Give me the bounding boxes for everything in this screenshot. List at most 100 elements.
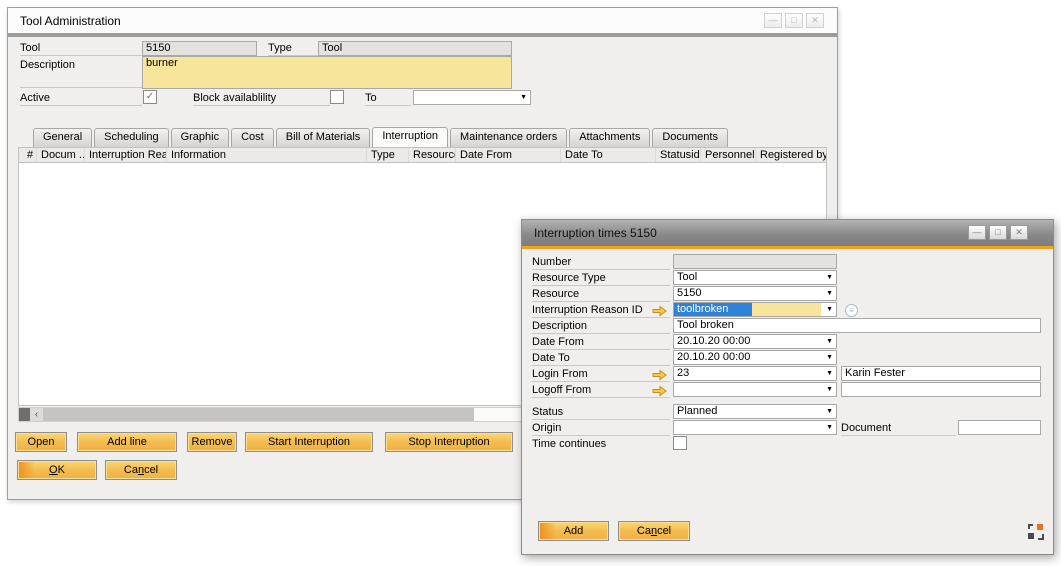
interruption-reason-id-dropdown[interactable]: toolbroken ▼	[673, 302, 837, 317]
dialog-minimize-button[interactable]: —	[968, 225, 986, 240]
column-header-resource[interactable]: Resource	[409, 148, 456, 162]
time-continues-checkbox[interactable]	[673, 436, 687, 450]
block-availability-checkbox[interactable]	[330, 90, 344, 104]
maximize-button[interactable]: □	[785, 13, 803, 28]
stop-interruption-button[interactable]: Stop Interruption	[385, 432, 513, 452]
add-button[interactable]: Add	[538, 521, 609, 541]
tab-graphic[interactable]: Graphic	[171, 128, 230, 147]
scrollbar-thumb[interactable]	[44, 408, 474, 421]
tab-interruption[interactable]: Interruption	[372, 127, 448, 147]
dialog-close-button[interactable]: ✕	[1010, 225, 1028, 240]
start-interruption-button[interactable]: Start Interruption	[245, 432, 373, 452]
tool-label: Tool	[20, 42, 142, 56]
minimize-button[interactable]: —	[764, 13, 782, 28]
resource-label: Resource	[532, 288, 670, 302]
scrollbar-grip[interactable]	[19, 408, 30, 421]
dropdown-arrow-icon: ▼	[826, 386, 833, 393]
column-header-interruption-reason[interactable]: Interruption Reaso	[85, 148, 167, 162]
dialog-maximize-button[interactable]: □	[989, 225, 1007, 240]
check-icon: ✓	[146, 91, 154, 102]
tab-documents[interactable]: Documents	[652, 128, 728, 147]
default-button-strip	[540, 523, 556, 539]
resource-type-label: Resource Type	[532, 272, 670, 286]
to-dropdown[interactable]: ▼	[413, 90, 531, 105]
column-header-information[interactable]: Information	[167, 148, 367, 162]
column-header-statusid[interactable]: Statusid	[656, 148, 701, 162]
dropdown-arrow-icon: ▼	[826, 290, 833, 297]
tab-maintenance-orders[interactable]: Maintenance orders	[450, 128, 567, 147]
column-header-registered-by[interactable]: Registered by	[756, 148, 826, 162]
link-arrow-icon[interactable]	[652, 385, 667, 397]
dialog-title: Interruption times 5150	[534, 226, 657, 240]
number-label: Number	[532, 256, 670, 270]
dropdown-arrow-icon: ▼	[826, 306, 833, 313]
resource-type-dropdown[interactable]: Tool ▼	[673, 270, 837, 285]
dialog-cancel-button[interactable]: Cancel	[618, 521, 690, 541]
status-dropdown[interactable]: Planned ▼	[673, 404, 837, 419]
dropdown-arrow-icon: ▼	[826, 354, 833, 361]
close-button[interactable]: ✕	[806, 13, 824, 28]
type-field[interactable]: Tool	[318, 41, 512, 56]
scroll-left-button[interactable]: ‹	[30, 408, 44, 421]
block-availability-label: Block availablility	[193, 92, 330, 106]
description-field[interactable]: burner	[142, 56, 512, 89]
column-header-type[interactable]: Type	[367, 148, 409, 162]
login-from-name-field[interactable]: Karin Fester	[841, 366, 1041, 381]
ok-button[interactable]: OK	[17, 460, 97, 480]
dropdown-arrow-icon: ▼	[826, 370, 833, 377]
status-label: Status	[532, 406, 670, 420]
link-arrow-icon[interactable]	[652, 369, 667, 381]
dialog-window-controls: — □ ✕	[968, 225, 1028, 240]
time-continues-label: Time continues	[532, 438, 670, 452]
date-to-label: Date To	[532, 352, 670, 366]
titlebar-separator	[8, 33, 837, 37]
login-from-dropdown[interactable]: 23 ▼	[673, 366, 837, 381]
column-header-date-to[interactable]: Date To	[561, 148, 656, 162]
document-field[interactable]	[958, 420, 1041, 435]
dialog-description-label: Description	[532, 320, 670, 334]
dialog-description-field[interactable]: Tool broken	[673, 318, 1041, 333]
selected-text: toolbroken	[674, 303, 752, 316]
open-button[interactable]: Open	[15, 432, 67, 452]
link-arrow-icon[interactable]	[652, 305, 667, 317]
tool-field[interactable]: 5150	[142, 41, 257, 56]
date-to-dropdown[interactable]: 20.10.20 00:00 ▼	[673, 350, 837, 365]
logoff-from-name-field[interactable]	[841, 382, 1041, 397]
logoff-from-dropdown[interactable]: ▼	[673, 382, 837, 397]
tab-general[interactable]: General	[33, 128, 92, 147]
main-window-titlebar[interactable]: Tool Administration	[8, 8, 837, 33]
note-circle-icon[interactable]: ≡	[845, 304, 858, 317]
table-header-row: # Docum ... Interruption Reaso Informati…	[18, 147, 827, 163]
tab-attachments[interactable]: Attachments	[569, 128, 650, 147]
column-header-index[interactable]: #	[19, 148, 37, 162]
interruption-times-dialog: Interruption times 5150 — □ ✕ Number Res…	[521, 219, 1054, 555]
column-header-date-from[interactable]: Date From	[456, 148, 561, 162]
minimize-icon: —	[973, 228, 982, 237]
default-button-strip	[19, 462, 35, 478]
edit-remainder	[752, 303, 821, 316]
scroll-left-icon: ‹	[35, 409, 38, 420]
dropdown-arrow-icon: ▼	[826, 338, 833, 345]
date-from-dropdown[interactable]: 20.10.20 00:00 ▼	[673, 334, 837, 349]
cancel-button[interactable]: Cancel	[105, 460, 177, 480]
close-icon: ✕	[811, 16, 819, 25]
remove-button[interactable]: Remove	[187, 432, 237, 452]
logoff-from-label: Logoff From	[532, 384, 670, 398]
maximize-icon: □	[995, 228, 1000, 237]
description-label: Description	[20, 59, 142, 73]
tab-cost[interactable]: Cost	[231, 128, 274, 147]
tab-scheduling[interactable]: Scheduling	[94, 128, 168, 147]
number-field	[673, 254, 837, 269]
origin-dropdown[interactable]: ▼	[673, 420, 837, 435]
active-checkbox[interactable]: ✓	[143, 90, 157, 104]
column-header-personnel-id[interactable]: Personnel II	[701, 148, 756, 162]
dropdown-arrow-icon: ▼	[826, 424, 833, 431]
resize-grip-icon[interactable]	[1027, 523, 1045, 541]
to-label: To	[365, 92, 411, 106]
dropdown-arrow-icon: ▼	[826, 274, 833, 281]
add-line-button[interactable]: Add line	[77, 432, 177, 452]
column-header-document[interactable]: Docum ...	[37, 148, 85, 162]
tab-bill-of-materials[interactable]: Bill of Materials	[276, 128, 371, 147]
date-from-label: Date From	[532, 336, 670, 350]
resource-dropdown[interactable]: 5150 ▼	[673, 286, 837, 301]
